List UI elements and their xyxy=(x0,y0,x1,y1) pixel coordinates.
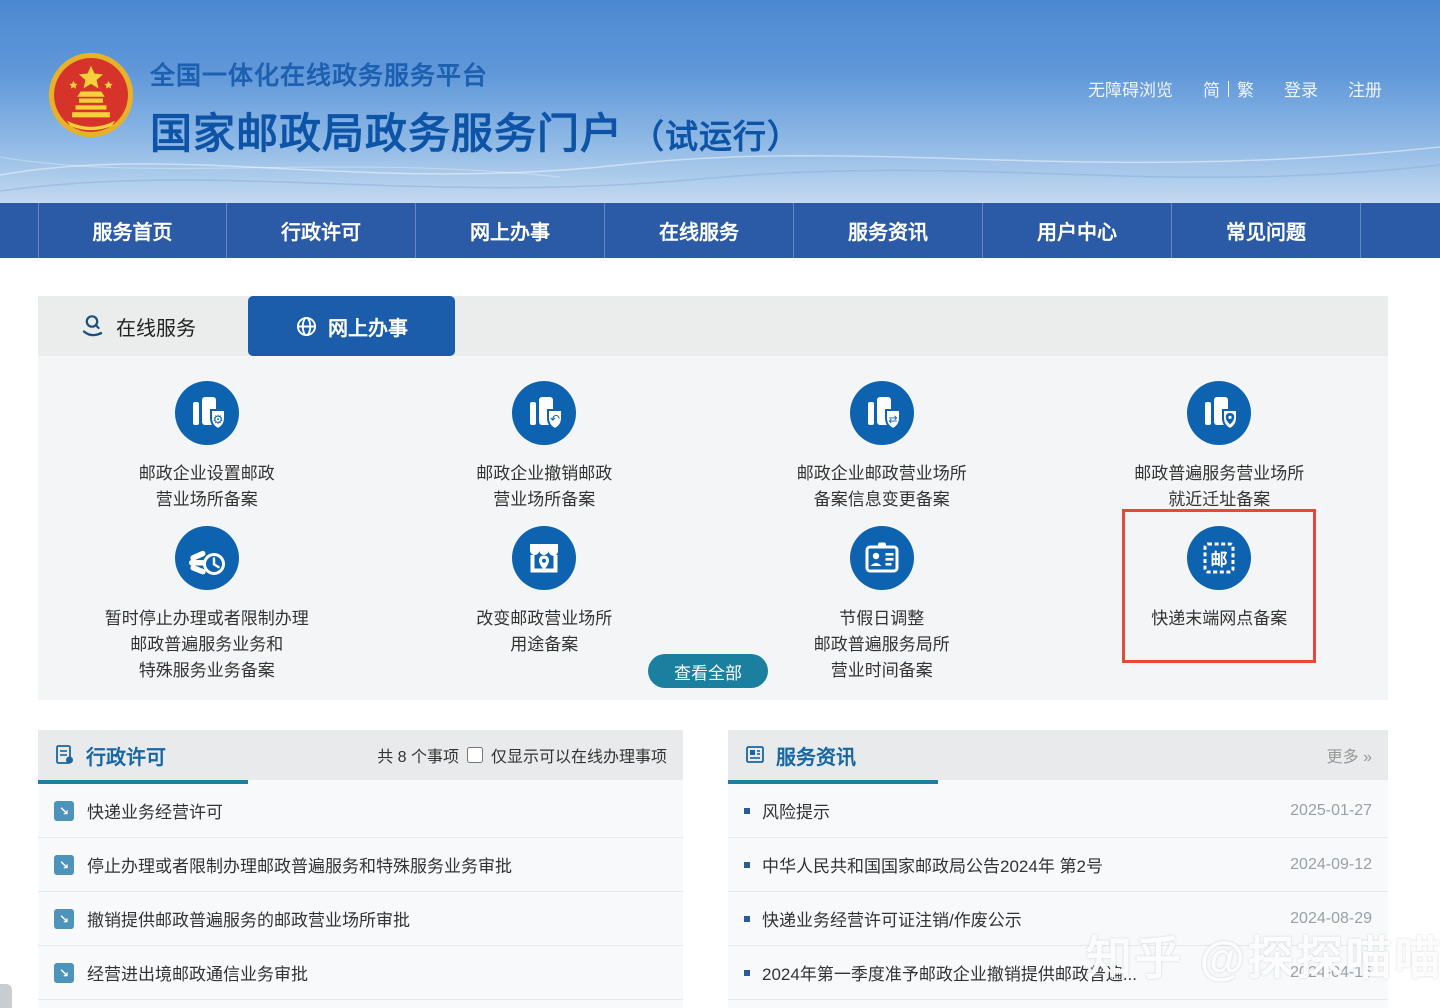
tab-label: 网上办事 xyxy=(328,312,408,341)
svg-text:邮: 邮 xyxy=(1211,550,1228,570)
building-shield-sync-icon: ⇄ xyxy=(850,381,914,445)
tab-label: 在线服务 xyxy=(116,312,196,341)
news-item[interactable]: 中华人民共和国国家邮政局公告2024年 第2号 2024-09-12 xyxy=(728,838,1388,892)
admin-licensing-panel: 行政许可 共 8 个事项 仅显示可以在线办理事项 ↘ 快递业务经营许可 ↘ 停止… xyxy=(38,730,683,1008)
list-item[interactable]: ↘ 撤销提供邮政普遍服务的邮政营业场所审批 xyxy=(38,892,683,946)
svg-text:⚙: ⚙ xyxy=(212,413,223,427)
items-count: 共 8 个事项 xyxy=(377,743,459,767)
news-date: 2025-01-27 xyxy=(1290,802,1372,820)
service-label: 邮政企业邮政营业场所 备案信息变更备案 xyxy=(797,461,967,513)
header-links: 无障碍浏览 简 繁 登录 注册 xyxy=(1088,76,1382,101)
stamp-icon: 邮 xyxy=(1187,526,1251,590)
list-item[interactable]: ↘ 快递业务经营许可 xyxy=(38,784,683,838)
service-label: 节假日调整 邮政普遍服务局所 营业时间备案 xyxy=(814,606,950,684)
news-panel-header: 服务资讯 更多 » xyxy=(728,730,1388,780)
language-divider xyxy=(1228,81,1229,97)
arrow-icon: ↘ xyxy=(54,909,74,929)
view-all-button[interactable]: 查看全部 xyxy=(648,654,768,688)
admin-list: ↘ 快递业务经营许可 ↘ 停止办理或者限制办理邮政普遍服务和特殊服务业务审批 ↘… xyxy=(38,780,683,1000)
national-emblem-logo xyxy=(48,52,134,138)
building-shield-undo-icon: ↶ xyxy=(512,381,576,445)
service-item-change-record-info[interactable]: ⇄ 邮政企业邮政营业场所 备案信息变更备案 xyxy=(713,381,1051,513)
service-item-suspend-services[interactable]: 暂时停止办理或者限制办理 邮政普遍服务业务和 特殊服务业务备案 xyxy=(38,526,376,684)
tab-online-services[interactable]: 在线服务 xyxy=(80,296,196,356)
language-switch: 简 繁 xyxy=(1203,76,1254,101)
nav-item-faq[interactable]: 常见问题 xyxy=(1172,203,1361,258)
service-item-revoke-premises[interactable]: ↶ 邮政企业撤销邮政 营业场所备案 xyxy=(376,381,714,513)
news-item[interactable]: 风险提示 2025-01-27 xyxy=(728,784,1388,838)
service-news-panel: 服务资讯 更多 » 风险提示 2025-01-27 中华人民共和国国家邮政局公告… xyxy=(728,730,1388,1008)
accessibility-link[interactable]: 无障碍浏览 xyxy=(1088,76,1173,101)
building-shield-gear-icon: ⚙ xyxy=(175,381,239,445)
hand-search-icon xyxy=(80,313,106,339)
admin-panel-title: 行政许可 xyxy=(86,741,166,770)
id-card-icon xyxy=(850,526,914,590)
stop-clock-icon xyxy=(175,526,239,590)
nav-item-online-services[interactable]: 在线服务 xyxy=(605,203,794,258)
news-date: 2024-04-15 xyxy=(1290,964,1372,982)
site-header: 全国一体化在线政务服务平台 国家邮政局政务服务门户（试运行） 无障碍浏览 简 繁… xyxy=(0,0,1440,203)
service-label: 邮政普遍服务营业场所 就近迁址备案 xyxy=(1134,461,1304,513)
bullet-icon xyxy=(744,862,750,868)
nav-item-home[interactable]: 服务首页 xyxy=(38,203,227,258)
service-item-relocation[interactable]: 邮政普遍服务营业场所 就近迁址备案 xyxy=(1051,381,1389,513)
svg-text:⇄: ⇄ xyxy=(888,414,897,426)
panel-underline xyxy=(38,780,248,784)
globe-icon xyxy=(295,315,318,338)
services-tabbar: 在线服务 网上办事 xyxy=(38,296,1388,356)
corner-tab-decoration xyxy=(0,984,12,1008)
news-date: 2024-09-12 xyxy=(1290,856,1372,874)
service-label: 暂时停止办理或者限制办理 邮政普遍服务业务和 特殊服务业务备案 xyxy=(105,606,309,684)
login-link[interactable]: 登录 xyxy=(1284,76,1318,101)
panel-underline xyxy=(728,780,938,784)
service-item-setup-premises[interactable]: ⚙ 邮政企业设置邮政 营业场所备案 xyxy=(38,381,376,513)
store-pin-icon xyxy=(512,526,576,590)
news-item[interactable]: 快递业务经营许可证注销/作废公示 2024-08-29 xyxy=(728,892,1388,946)
register-link[interactable]: 注册 xyxy=(1348,76,1382,101)
traditional-chinese-link[interactable]: 繁 xyxy=(1237,76,1254,101)
online-only-checkbox[interactable] xyxy=(467,747,483,763)
portal-title: 国家邮政局政务服务门户（试运行） xyxy=(150,100,801,161)
nav-item-online-affairs[interactable]: 网上办事 xyxy=(416,203,605,258)
news-date: 2024-08-29 xyxy=(1290,910,1372,928)
list-item[interactable]: ↘ 停止办理或者限制办理邮政普遍服务和特殊服务业务审批 xyxy=(38,838,683,892)
bullet-icon xyxy=(744,916,750,922)
more-link[interactable]: 更多 » xyxy=(1327,743,1372,767)
service-label: 改变邮政营业场所 用途备案 xyxy=(476,606,612,658)
arrow-icon: ↘ xyxy=(54,801,74,821)
highlight-red-box: 邮 快递末端网点备案 xyxy=(1122,509,1316,663)
nav-item-service-news[interactable]: 服务资讯 xyxy=(794,203,983,258)
service-label: 快递末端网点备案 xyxy=(1151,606,1287,632)
tab-online-affairs[interactable]: 网上办事 xyxy=(248,296,455,356)
services-panel: 在线服务 网上办事 ⚙ xyxy=(38,296,1388,700)
service-item-express-terminal-outlet[interactable]: 邮 快递末端网点备案 xyxy=(1051,526,1389,684)
nav-item-user-center[interactable]: 用户中心 xyxy=(983,203,1172,258)
page: 全国一体化在线政务服务平台 国家邮政局政务服务门户（试运行） 无障碍浏览 简 繁… xyxy=(0,0,1440,1008)
portal-title-suffix: （试运行） xyxy=(631,118,801,155)
building-shield-pin-icon xyxy=(1187,381,1251,445)
arrow-icon: ↘ xyxy=(54,963,74,983)
service-label: 邮政企业设置邮政 营业场所备案 xyxy=(139,461,275,513)
main-nav: 服务首页 行政许可 网上办事 在线服务 服务资讯 用户中心 常见问题 xyxy=(0,203,1440,258)
newspaper-icon xyxy=(744,744,766,766)
news-panel-title: 服务资讯 xyxy=(776,741,856,770)
platform-subtitle: 全国一体化在线政务服务平台 xyxy=(150,56,801,92)
admin-panel-header: 行政许可 共 8 个事项 仅显示可以在线办理事项 xyxy=(38,730,683,780)
service-label: 邮政企业撤销邮政 营业场所备案 xyxy=(476,461,612,513)
simplified-chinese-link[interactable]: 简 xyxy=(1203,76,1220,101)
news-list: 风险提示 2025-01-27 中华人民共和国国家邮政局公告2024年 第2号 … xyxy=(728,780,1388,1000)
svg-text:↶: ↶ xyxy=(550,412,560,426)
list-item[interactable]: ↘ 经营进出境邮政通信业务审批 xyxy=(38,946,683,1000)
license-document-icon xyxy=(54,744,76,766)
bullet-icon xyxy=(744,970,750,976)
online-only-label: 仅显示可以在线办理事项 xyxy=(491,743,667,767)
nav-item-licensing[interactable]: 行政许可 xyxy=(227,203,416,258)
news-item[interactable]: 2024年第一季度准予邮政企业撤销提供邮政普遍... 2024-04-15 xyxy=(728,946,1388,1000)
service-grid-row-1: ⚙ 邮政企业设置邮政 营业场所备案 ↶ 邮政企业撤销邮政 营业场所备案 xyxy=(38,381,1388,513)
arrow-icon: ↘ xyxy=(54,855,74,875)
bullet-icon xyxy=(744,808,750,814)
